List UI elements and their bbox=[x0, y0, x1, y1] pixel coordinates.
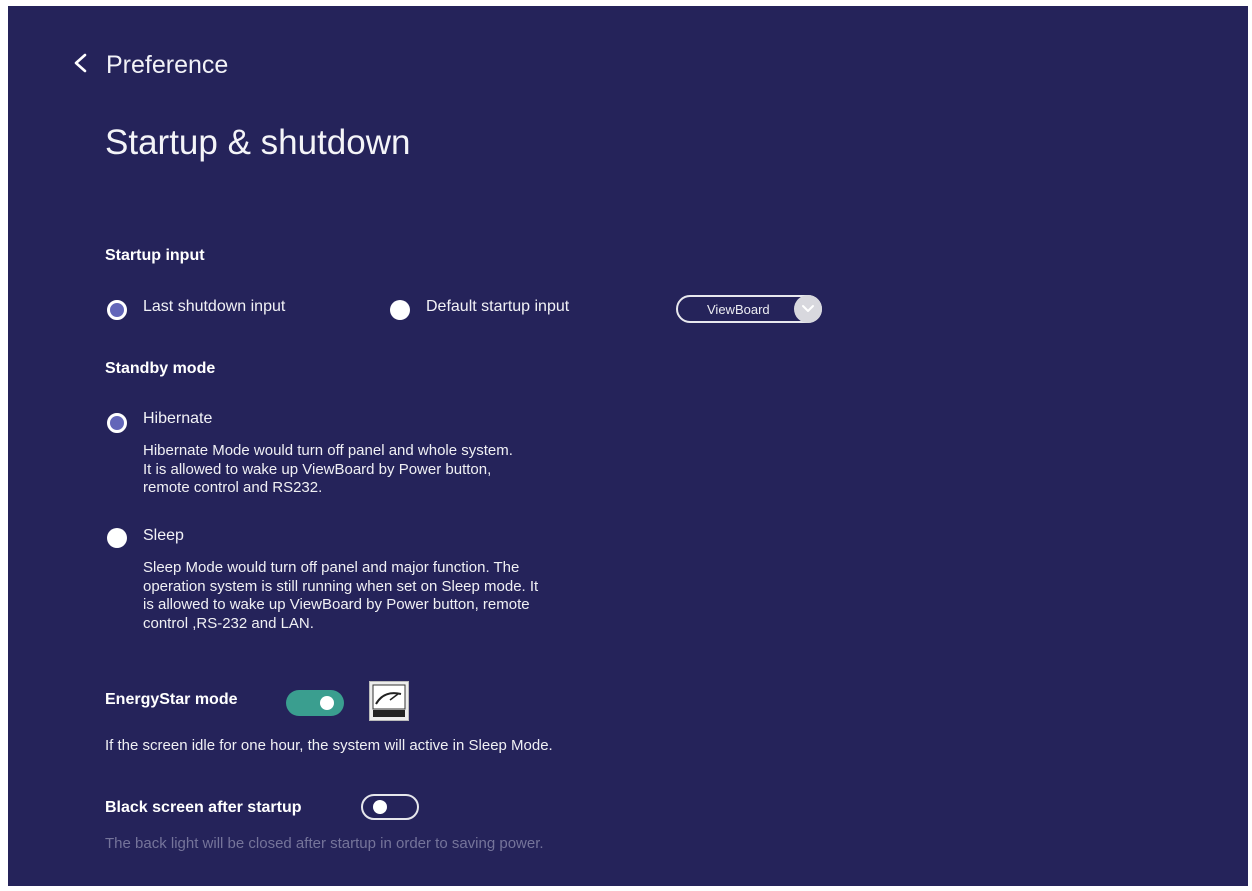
toggle-knob bbox=[320, 696, 334, 710]
last-shutdown-input-radio[interactable] bbox=[107, 300, 127, 320]
hibernate-radio[interactable] bbox=[107, 413, 127, 433]
hibernate-label[interactable]: Hibernate bbox=[143, 409, 212, 429]
breadcrumb: Preference bbox=[106, 51, 229, 79]
last-shutdown-input-label[interactable]: Last shutdown input bbox=[143, 297, 285, 317]
standby-mode-heading: Standby mode bbox=[105, 360, 216, 377]
default-startup-input-label[interactable]: Default startup input bbox=[426, 297, 569, 317]
toggle-knob bbox=[373, 800, 387, 814]
default-startup-source-select[interactable]: ViewBoard bbox=[676, 295, 822, 323]
sleep-radio[interactable] bbox=[107, 528, 127, 548]
energystar-toggle[interactable] bbox=[286, 690, 344, 716]
sleep-description: Sleep Mode would turn off panel and majo… bbox=[143, 559, 539, 632]
energystar-description: If the screen idle for one hour, the sys… bbox=[105, 737, 553, 754]
chevron-left-icon bbox=[74, 53, 87, 73]
dropdown-button[interactable] bbox=[794, 295, 822, 323]
default-startup-source-value: ViewBoard bbox=[707, 302, 770, 317]
settings-screen: Preference Startup & shutdown Startup in… bbox=[8, 6, 1248, 886]
page-title: Startup & shutdown bbox=[105, 123, 411, 162]
energy-star-logo-icon bbox=[369, 681, 409, 721]
hibernate-description: Hibernate Mode would turn off panel and … bbox=[143, 442, 513, 496]
default-startup-input-radio[interactable] bbox=[390, 300, 410, 320]
sleep-label[interactable]: Sleep bbox=[143, 526, 184, 546]
black-screen-toggle[interactable] bbox=[361, 794, 419, 820]
energystar-mode-label: EnergyStar mode bbox=[105, 691, 238, 708]
back-button[interactable] bbox=[70, 50, 94, 78]
chevron-down-icon bbox=[802, 305, 814, 312]
black-screen-description: The back light will be closed after star… bbox=[105, 835, 544, 852]
black-screen-label: Black screen after startup bbox=[105, 799, 302, 816]
startup-input-heading: Startup input bbox=[105, 247, 205, 264]
